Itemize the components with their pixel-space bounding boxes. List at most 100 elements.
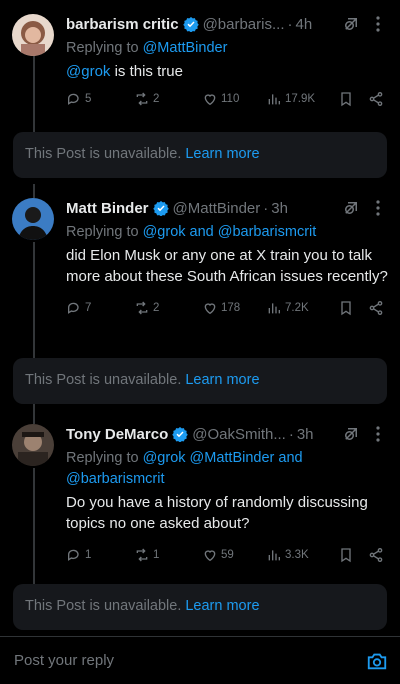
tweet[interactable]: barbarism critic @barbaris... · 4h Reply… [0,14,400,124]
reply-composer[interactable]: Post your reply [0,636,400,684]
reply-button[interactable]: 1 [66,547,91,563]
repost-icon [136,92,148,106]
repost-button[interactable]: 2 [134,300,159,316]
reply-button[interactable]: 5 [66,91,91,107]
more-icon[interactable] [370,425,386,443]
replying-to-link[interactable]: @grok and @barbarismcrit [143,224,317,240]
tweet-header: Tony DeMarco @OakSmith... · 3h [66,424,388,444]
tweet-actions: 5 2 110 17.9K [66,90,388,110]
replying-to-prefix: Replying to [66,40,143,56]
unavailable-post-notice: This Post is unavailable. Learn more [13,358,387,404]
repost-button[interactable]: 1 [134,547,159,563]
author-handle[interactable]: @MattBinder [173,200,261,217]
tweet-header: Matt Binder @MattBinder · 3h [66,198,388,218]
views-count: 3.3K [285,549,309,561]
replying-to-link[interactable]: @MattBinder [143,40,228,56]
tweet-actions: 7 2 178 7.2K [66,299,388,319]
tweet-header: barbarism critic @barbaris... · 4h [66,14,388,34]
unavailable-post-notice: This Post is unavailable. Learn more [13,132,387,178]
repost-count: 2 [153,302,160,314]
learn-more-link[interactable]: Learn more [185,372,259,388]
like-button[interactable]: 110 [202,91,239,107]
views-button[interactable]: 17.9K [266,91,315,107]
tweet[interactable]: Matt Binder @MattBinder · 3h Replying to… [0,198,400,348]
unavailable-text: This Post is unavailable. [25,146,182,162]
avatar[interactable] [12,198,54,240]
reply-icon [68,93,79,105]
views-count: 7.2K [285,302,309,314]
separator-dot: · [287,15,293,33]
tweet-text: @grok is this true [66,61,388,82]
bookmark-icon [341,548,351,563]
author-name[interactable]: Tony DeMarco [66,426,168,443]
repost-icon [136,301,148,315]
heart-icon [204,303,216,315]
reply-count: 5 [85,93,92,105]
camera-icon[interactable] [366,650,388,672]
thread-line [33,184,35,198]
like-button[interactable]: 178 [202,300,240,316]
replying-to: Replying to @grok @MattBinder and @barba… [66,448,388,490]
reply-count: 7 [85,302,92,314]
grok-icon[interactable] [342,425,360,443]
author-handle[interactable]: @barbaris... [203,16,285,33]
reply-button[interactable]: 7 [66,300,91,316]
separator-dot: · [263,199,269,217]
avatar-image [12,14,54,56]
tweet-text: did Elon Musk or any one at X train you … [66,247,388,285]
heart-icon [204,94,216,106]
tweet[interactable]: Tony DeMarco @OakSmith... · 3h Replying … [0,424,400,574]
share-icon [369,92,383,106]
share-button[interactable] [368,300,387,316]
unavailable-text: This Post is unavailable. [25,598,182,614]
author-name[interactable]: barbarism critic [66,16,179,33]
grok-icon[interactable] [342,199,360,217]
unavailable-text: This Post is unavailable. [25,372,182,388]
views-chart-icon [268,550,280,561]
like-count: 178 [221,302,241,314]
views-button[interactable]: 7.2K [266,300,309,316]
tweet-text-body: is this true [110,63,183,80]
verified-badge-icon [152,201,169,216]
timestamp[interactable]: 3h [271,200,288,217]
timestamp[interactable]: 4h [295,16,312,33]
views-chart-icon [268,94,280,105]
share-button[interactable] [368,91,387,107]
replying-to: Replying to @MattBinder [66,38,388,59]
like-button[interactable]: 59 [202,547,234,563]
reply-input[interactable]: Post your reply [14,652,114,669]
share-icon [369,548,383,562]
more-icon[interactable] [370,15,386,33]
views-button[interactable]: 3.3K [266,547,309,563]
learn-more-link[interactable]: Learn more [185,146,259,162]
verified-badge-icon [172,427,188,442]
bookmark-button[interactable] [338,91,357,107]
bookmark-button[interactable] [338,300,357,316]
repost-button[interactable]: 2 [134,91,159,107]
repost-icon [136,548,148,562]
author-name[interactable]: Matt Binder [66,200,149,217]
grok-icon[interactable] [342,15,360,33]
verified-badge-icon [182,17,199,32]
replying-to-prefix: Replying to [66,224,143,240]
avatar-image [12,198,54,240]
separator-dot: · [288,425,294,443]
avatar-image [12,424,54,466]
heart-icon [204,550,216,562]
share-button[interactable] [368,547,387,563]
bookmark-button[interactable] [338,547,357,563]
like-count: 59 [221,549,234,561]
views-chart-icon [268,303,280,314]
avatar[interactable] [12,424,54,466]
timestamp[interactable]: 3h [297,426,314,443]
avatar[interactable] [12,14,54,56]
repost-count: 2 [153,93,160,105]
share-icon [369,301,383,315]
repost-count: 1 [153,549,160,561]
learn-more-link[interactable]: Learn more [185,598,259,614]
like-count: 110 [221,93,240,105]
more-icon[interactable] [370,199,386,217]
author-handle[interactable]: @OakSmith... [192,426,286,443]
reply-icon [68,302,79,314]
mention-link[interactable]: @grok [66,63,110,80]
